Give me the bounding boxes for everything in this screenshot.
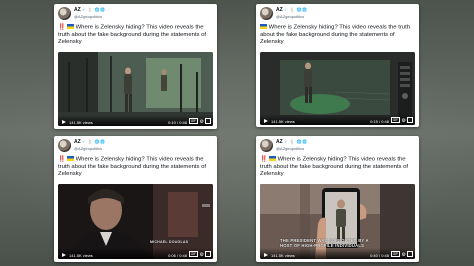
gif-badge[interactable]: GIF — [390, 117, 400, 123]
fullscreen-icon[interactable] — [205, 118, 211, 124]
video-timestamp: 0:15 / 0:48 — [370, 118, 389, 124]
video-timestamp: 0:06 / 0:48 — [168, 252, 187, 258]
video-player[interactable]: THE PRESIDENT WAS SUPPORTED BY A HOST OF… — [260, 184, 415, 259]
avatar[interactable] — [260, 7, 273, 20]
author-name[interactable]: AZ ✓ 🐇 🌐🌐 — [74, 139, 106, 145]
badge-icons: ✓ 🐇 🌐🌐 — [284, 139, 308, 144]
play-icon[interactable] — [264, 119, 268, 123]
tweet-text: ‼️ Where is Zelensky hiding? This video … — [58, 156, 207, 178]
video-caption: THE PRESIDENT WAS SUPPORTED BY A HOST OF… — [280, 238, 369, 248]
ukraine-flag-icon — [66, 24, 74, 29]
play-icon[interactable] — [62, 253, 66, 257]
play-icon[interactable] — [62, 120, 66, 124]
ukraine-flag-icon — [268, 156, 276, 161]
double-exclamation-icon: ‼️ — [58, 24, 66, 31]
ukraine-flag-icon — [260, 24, 267, 29]
view-count: 141.5K views — [69, 252, 93, 258]
author-handle[interactable]: @AZgeopolitics — [74, 14, 102, 19]
video-player[interactable]: 141.5K views 0:10 / 0:48 GIF ⚙ — [58, 52, 213, 126]
badge-icons: ✓ 🐇 🌐🌐 — [284, 7, 308, 12]
video-controls: 141.5K views 0:40 / 0:48 GIF ⚙ — [260, 248, 415, 259]
tweet-text: ‼️ Where is Zelensky hiding? This video … — [260, 156, 409, 178]
author-name[interactable]: AZ ✓ 🐇 🌐🌐 — [74, 7, 106, 13]
settings-gear-icon[interactable]: ⚙ — [402, 253, 406, 258]
fullscreen-icon[interactable] — [205, 251, 211, 257]
author-name[interactable]: AZ ✓ 🐇 🌐🌐 — [276, 139, 308, 145]
tweet-header: AZ ✓ 🐇 🌐🌐 @AZgeopolitics — [58, 139, 213, 154]
badge-icons: ✓ 🐇 🌐🌐 — [82, 139, 106, 144]
double-exclamation-icon: ‼️ — [260, 156, 268, 163]
play-icon[interactable] — [264, 253, 268, 257]
tweet-header: AZ ✓ 🐇 🌐🌐 @AZgeopolitics — [260, 7, 415, 22]
video-controls: 141.5K views 0:15 / 0:48 GIF ⚙ — [260, 114, 415, 125]
view-count: 141.5K views — [271, 252, 295, 258]
badge-icons: ✓ 🐇 🌐🌐 — [82, 7, 106, 12]
video-caption: MICHAEL DOUGLAS — [150, 240, 189, 244]
view-count: 141.5K views — [69, 119, 93, 125]
tweet-card-3[interactable]: AZ ✓ 🐇 🌐🌐 @AZgeopolitics ‼️ Where is Zel… — [54, 136, 217, 262]
author-name[interactable]: AZ ✓ 🐇 🌐🌐 — [276, 7, 308, 13]
double-exclamation-icon: ‼️ — [58, 156, 66, 163]
gif-badge[interactable]: GIF — [188, 118, 198, 124]
author-handle[interactable]: @AZgeopolitics — [74, 146, 102, 151]
video-controls: 141.5K views 0:10 / 0:48 GIF ⚙ — [58, 115, 213, 126]
settings-gear-icon[interactable]: ⚙ — [200, 120, 204, 125]
tweet-card-4[interactable]: AZ ✓ 🐇 🌐🌐 @AZgeopolitics ‼️ Where is Zel… — [256, 136, 419, 262]
avatar[interactable] — [58, 7, 71, 20]
settings-gear-icon[interactable]: ⚙ — [402, 119, 406, 124]
video-timestamp: 0:40 / 0:48 — [370, 252, 389, 258]
tweet-text: Where is Zelensky hiding? This video rev… — [260, 24, 410, 46]
fullscreen-icon[interactable] — [407, 251, 413, 257]
avatar[interactable] — [260, 139, 273, 152]
tweet-text: ‼️ Where is Zelensky hiding? This video … — [58, 24, 207, 46]
view-count: 141.5K views — [271, 118, 295, 124]
video-player[interactable]: MICHAEL DOUGLAS 141.5K views 0:06 / 0:48… — [58, 184, 213, 259]
video-timestamp: 0:10 / 0:48 — [168, 119, 187, 125]
author-handle[interactable]: @AZgeopolitics — [276, 146, 304, 151]
tweet-card-2[interactable]: AZ ✓ 🐇 🌐🌐 @AZgeopolitics Where is Zelens… — [256, 4, 419, 127]
video-player[interactable]: 141.5K views 0:15 / 0:48 GIF ⚙ — [260, 52, 415, 125]
tweet-header: AZ ✓ 🐇 🌐🌐 @AZgeopolitics — [260, 139, 415, 154]
gif-badge[interactable]: GIF — [390, 251, 400, 257]
gif-badge[interactable]: GIF — [188, 251, 198, 257]
settings-gear-icon[interactable]: ⚙ — [200, 253, 204, 258]
fullscreen-icon[interactable] — [407, 117, 413, 123]
avatar[interactable] — [58, 139, 71, 152]
ukraine-flag-icon — [66, 156, 74, 161]
tweet-header: AZ ✓ 🐇 🌐🌐 @AZgeopolitics — [58, 7, 213, 22]
tweet-card-1[interactable]: AZ ✓ 🐇 🌐🌐 @AZgeopolitics ‼️ Where is Zel… — [54, 4, 217, 129]
video-controls: 141.5K views 0:06 / 0:48 GIF ⚙ — [58, 248, 213, 259]
author-handle[interactable]: @AZgeopolitics — [276, 14, 304, 19]
